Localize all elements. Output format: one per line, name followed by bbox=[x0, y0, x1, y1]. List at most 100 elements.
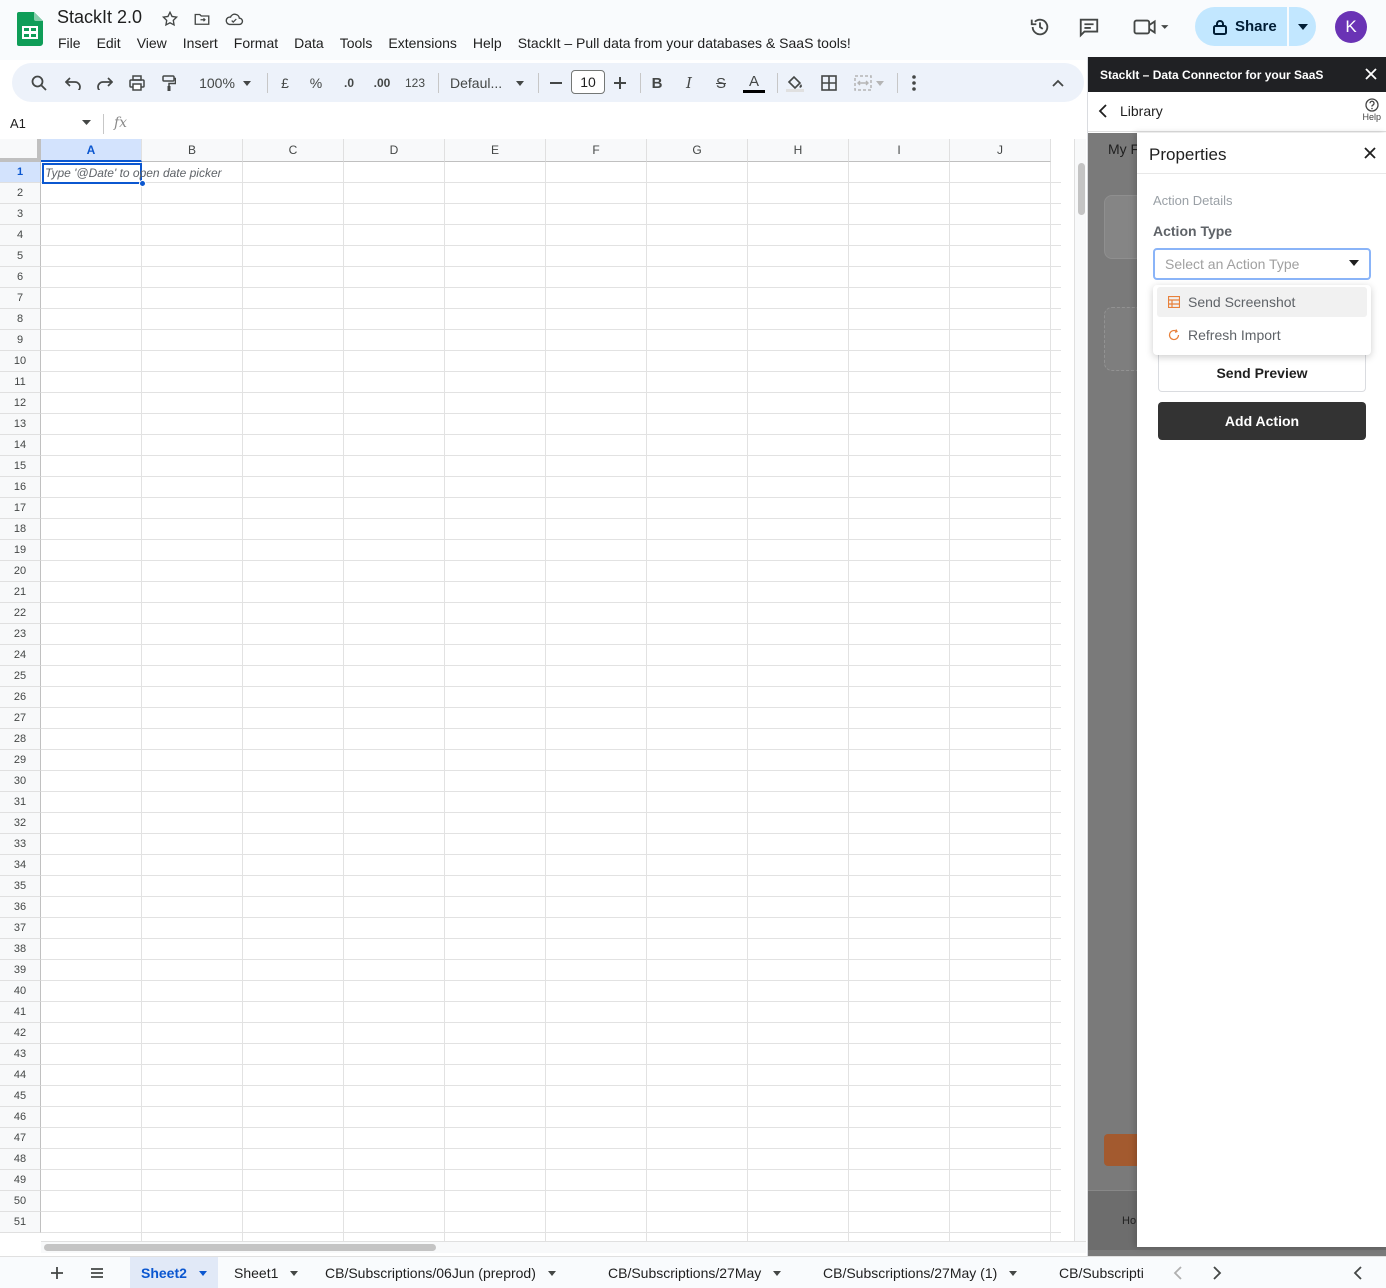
caret-down-icon[interactable] bbox=[1009, 1270, 1018, 1276]
row-header[interactable]: 48 bbox=[0, 1149, 41, 1170]
decrease-decimal-button[interactable]: .0 bbox=[337, 71, 361, 95]
caret-down-icon[interactable] bbox=[547, 1270, 556, 1276]
horizontal-scroll-thumb[interactable] bbox=[44, 1244, 436, 1251]
row-header[interactable]: 37 bbox=[0, 918, 41, 939]
sheet-tab-cb-27may-1[interactable]: CB/Subscriptions/27May (1) bbox=[823, 1257, 1018, 1288]
name-box[interactable]: A1 bbox=[10, 116, 26, 131]
merge-cells-icon[interactable] bbox=[850, 71, 888, 95]
row-header[interactable]: 33 bbox=[0, 834, 41, 855]
strikethrough-button[interactable]: S bbox=[711, 71, 731, 95]
increase-decimal-button[interactable]: .00 bbox=[368, 71, 396, 95]
cloud-status-icon[interactable] bbox=[224, 9, 244, 29]
vertical-scrollbar[interactable] bbox=[1074, 139, 1086, 1241]
caret-down-icon[interactable] bbox=[198, 1270, 207, 1276]
row-header[interactable]: 11 bbox=[0, 372, 41, 393]
sheet-tab-sheet1[interactable]: Sheet1 bbox=[234, 1257, 299, 1288]
sheet-tab-cb-27may[interactable]: CB/Subscriptions/27May bbox=[608, 1257, 782, 1288]
column-header[interactable]: F bbox=[546, 139, 647, 162]
row-header[interactable]: 23 bbox=[0, 624, 41, 645]
column-header[interactable]: I bbox=[849, 139, 950, 162]
version-history-icon[interactable] bbox=[1028, 15, 1052, 39]
menu-insert[interactable]: Insert bbox=[175, 33, 226, 53]
row-header[interactable]: 27 bbox=[0, 708, 41, 729]
column-header[interactable]: H bbox=[748, 139, 849, 162]
add-sheet-icon[interactable] bbox=[49, 1265, 65, 1281]
row-header[interactable]: 1 bbox=[0, 162, 41, 183]
menu-data[interactable]: Data bbox=[286, 33, 332, 53]
share-button[interactable]: Share bbox=[1195, 7, 1287, 46]
paint-format-icon[interactable] bbox=[158, 71, 180, 95]
column-header[interactable]: A bbox=[41, 139, 142, 162]
cell-area[interactable] bbox=[41, 162, 1061, 1241]
sheet-tab-cb-06jun[interactable]: CB/Subscriptions/06Jun (preprod) bbox=[325, 1257, 556, 1288]
sheets-logo-icon[interactable] bbox=[17, 12, 43, 46]
row-header[interactable]: 4 bbox=[0, 225, 41, 246]
row-header[interactable]: 16 bbox=[0, 477, 41, 498]
row-header[interactable]: 14 bbox=[0, 435, 41, 456]
fill-handle[interactable] bbox=[139, 180, 146, 187]
option-refresh-import[interactable]: Refresh Import bbox=[1157, 320, 1367, 350]
row-header[interactable]: 9 bbox=[0, 330, 41, 351]
column-header[interactable]: J bbox=[950, 139, 1051, 162]
add-action-button[interactable]: Add Action bbox=[1158, 402, 1366, 440]
vertical-scroll-thumb[interactable] bbox=[1078, 163, 1085, 215]
row-header[interactable]: 15 bbox=[0, 456, 41, 477]
row-header[interactable]: 5 bbox=[0, 246, 41, 267]
caret-down-icon[interactable] bbox=[290, 1270, 299, 1276]
row-header[interactable]: 3 bbox=[0, 204, 41, 225]
row-header[interactable]: 43 bbox=[0, 1044, 41, 1065]
menu-help[interactable]: Help bbox=[465, 33, 510, 53]
row-header[interactable]: 29 bbox=[0, 750, 41, 771]
format-currency-button[interactable]: £ bbox=[275, 71, 295, 95]
row-header[interactable]: 12 bbox=[0, 393, 41, 414]
help-button[interactable]: Help bbox=[1362, 98, 1381, 122]
increase-font-size-icon[interactable] bbox=[610, 71, 630, 95]
row-header[interactable]: 35 bbox=[0, 876, 41, 897]
row-header[interactable]: 8 bbox=[0, 309, 41, 330]
redo-icon[interactable] bbox=[94, 71, 116, 95]
row-header[interactable]: 46 bbox=[0, 1107, 41, 1128]
action-type-select[interactable]: Select an Action Type bbox=[1153, 248, 1371, 280]
menu-tools[interactable]: Tools bbox=[332, 33, 381, 53]
scroll-tabs-left-icon[interactable] bbox=[1172, 1265, 1184, 1281]
row-header[interactable]: 36 bbox=[0, 897, 41, 918]
back-arrow-icon[interactable] bbox=[1098, 104, 1108, 118]
row-header[interactable]: 24 bbox=[0, 645, 41, 666]
row-header[interactable]: 6 bbox=[0, 267, 41, 288]
more-formats-button[interactable]: 123 bbox=[402, 71, 428, 95]
move-folder-icon[interactable] bbox=[192, 9, 212, 29]
undo-icon[interactable] bbox=[62, 71, 84, 95]
comments-icon[interactable] bbox=[1077, 15, 1101, 39]
column-header[interactable]: D bbox=[344, 139, 445, 162]
send-preview-button[interactable]: Send Preview bbox=[1158, 354, 1366, 392]
column-header[interactable]: C bbox=[243, 139, 344, 162]
row-header[interactable]: 25 bbox=[0, 666, 41, 687]
caret-down-icon[interactable] bbox=[773, 1270, 782, 1276]
fill-color-icon[interactable] bbox=[784, 71, 806, 95]
option-send-screenshot[interactable]: Send Screenshot bbox=[1157, 287, 1367, 317]
row-header[interactable]: 2 bbox=[0, 183, 41, 204]
row-header[interactable]: 34 bbox=[0, 855, 41, 876]
collapse-menus-icon[interactable] bbox=[1048, 71, 1068, 95]
menu-file[interactable]: File bbox=[50, 33, 89, 53]
decrease-font-size-icon[interactable] bbox=[546, 71, 566, 95]
close-properties-icon[interactable] bbox=[1364, 147, 1376, 159]
row-header[interactable]: 21 bbox=[0, 582, 41, 603]
horizontal-scrollbar[interactable] bbox=[41, 1241, 1086, 1253]
row-header[interactable]: 38 bbox=[0, 939, 41, 960]
menu-view[interactable]: View bbox=[129, 33, 175, 53]
format-percent-button[interactable]: % bbox=[306, 71, 326, 95]
row-header[interactable]: 50 bbox=[0, 1191, 41, 1212]
row-header[interactable]: 47 bbox=[0, 1128, 41, 1149]
close-sidebar-icon[interactable] bbox=[1365, 68, 1377, 80]
column-header[interactable]: E bbox=[445, 139, 546, 162]
meet-icon[interactable] bbox=[1131, 15, 1171, 39]
row-header[interactable]: 42 bbox=[0, 1023, 41, 1044]
search-menus-icon[interactable] bbox=[28, 71, 50, 95]
text-color-button[interactable]: A bbox=[742, 71, 766, 95]
row-header[interactable]: 49 bbox=[0, 1170, 41, 1191]
row-header[interactable]: 41 bbox=[0, 1002, 41, 1023]
all-sheets-icon[interactable] bbox=[89, 1265, 105, 1281]
scroll-tabs-right-icon[interactable] bbox=[1211, 1265, 1223, 1281]
font-family-select[interactable]: Defaul... bbox=[448, 71, 530, 95]
